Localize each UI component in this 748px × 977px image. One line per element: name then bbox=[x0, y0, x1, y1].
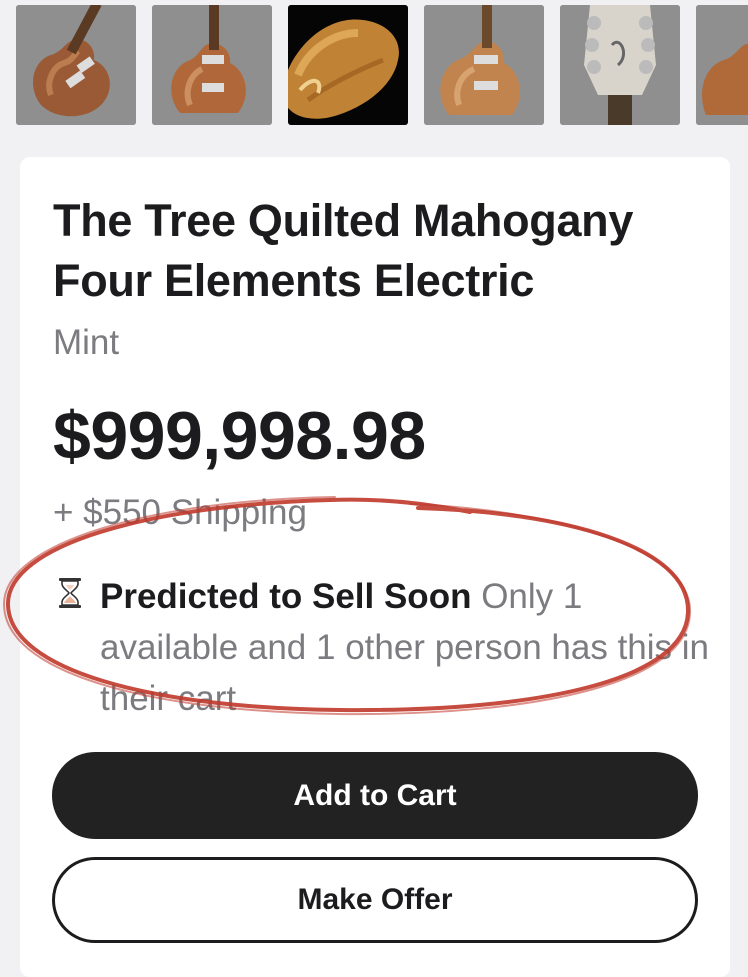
hourglass-icon bbox=[59, 578, 81, 608]
product-condition: Mint bbox=[53, 323, 120, 362]
guitar-body-photo-icon bbox=[152, 5, 272, 125]
add-to-cart-button[interactable]: Add to Cart bbox=[52, 752, 698, 839]
thumbnail-1[interactable] bbox=[16, 5, 136, 125]
product-price: $999,998.98 bbox=[53, 398, 426, 474]
product-title: The Tree Quilted Mahogany Four Elements … bbox=[53, 195, 634, 306]
thumbnail-3-selected[interactable] bbox=[288, 5, 408, 125]
make-offer-button[interactable]: Make Offer bbox=[52, 857, 698, 943]
sell-soon-headline: Predicted to Sell Soon bbox=[100, 577, 472, 616]
thumbnail-gallery bbox=[0, 0, 748, 130]
sell-soon-message: Predicted to Sell Soon Only 1 available … bbox=[100, 571, 710, 724]
thumbnail-5[interactable] bbox=[560, 5, 680, 125]
thumbnail-2[interactable] bbox=[152, 5, 272, 125]
product-card: The Tree Quilted Mahogany Four Elements … bbox=[20, 157, 730, 977]
guitar-headstock-photo-icon bbox=[560, 5, 680, 125]
guitar-body-photo-selected-icon bbox=[288, 5, 408, 125]
shipping-cost: + $550 Shipping bbox=[53, 493, 307, 532]
thumbnail-4[interactable] bbox=[424, 5, 544, 125]
guitar-body-photo-icon bbox=[16, 5, 136, 125]
thumbnail-6[interactable] bbox=[696, 5, 748, 125]
guitar-body-photo-icon bbox=[696, 5, 748, 125]
guitar-body-photo-icon bbox=[424, 5, 544, 125]
